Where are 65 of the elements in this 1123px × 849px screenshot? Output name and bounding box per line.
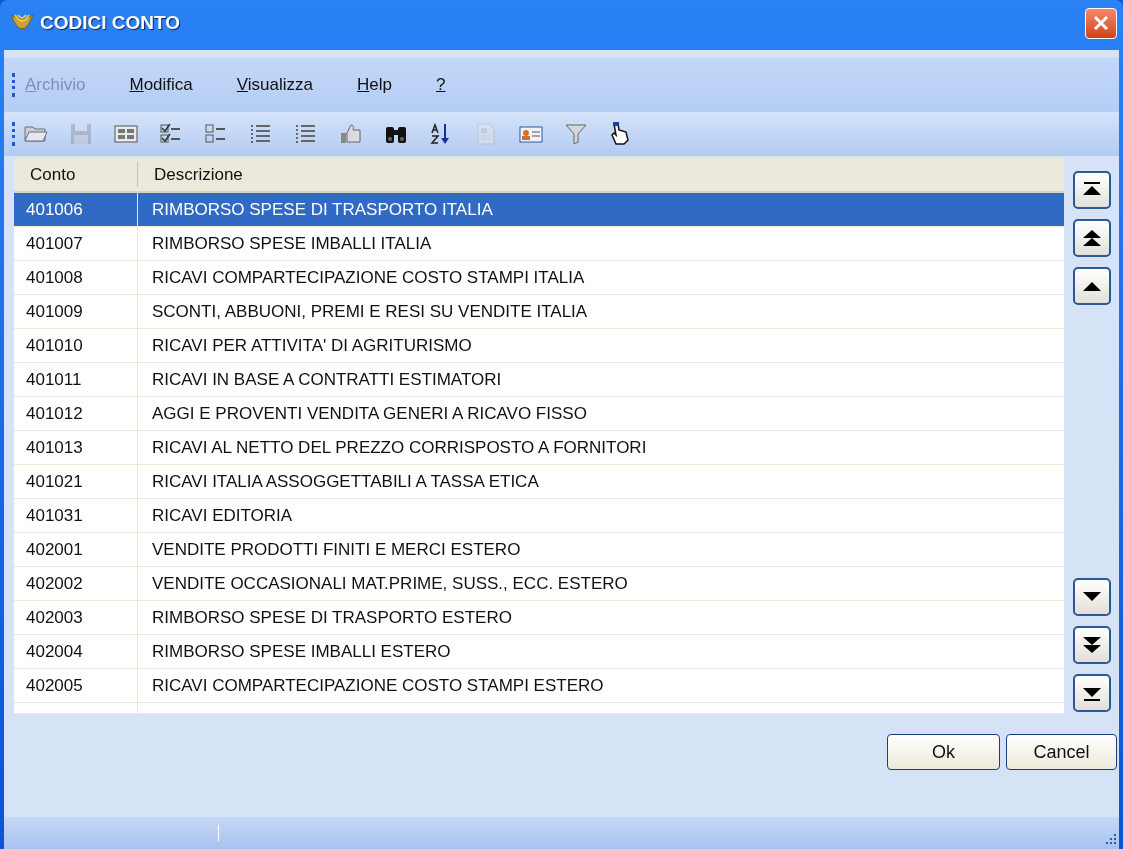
scroll-up-button[interactable] [1072,267,1111,305]
table-cell-text: RICAVI PER ATTIVITA' DI AGRITURISMO [151,334,473,357]
table-cell: 401011 [14,363,138,396]
table-cell: 401021 [14,465,138,498]
table-cell-text: RIMBORSO SPESE IMBALLI ITALIA [151,232,433,255]
table-cell-text: RICAVI EDITORIA [151,504,294,527]
table-cell-text: AGGI E PROVENTI VENDITA GENERI A RICAVO FISSO [151,402,588,425]
app-logo-icon [10,14,34,32]
table-cell: 401010 [14,329,138,362]
table-cell: 401031 [14,499,138,532]
table-cell: 402003 [14,601,138,634]
table-cell: 402001 [14,533,138,566]
table-cell-text: RICAVI COMPARTECIPAZIONE COSTO STAMPI ITALIA [151,266,586,289]
menu-item[interactable]: ? [436,72,446,98]
menu-item[interactable]: Help [357,72,392,98]
scroll-up-button[interactable] [1072,219,1111,257]
table-cell: 401008 [14,261,138,294]
table-row[interactable]: 402004 RIMBORSO SPESE IMBALLI ESTERO [14,635,1064,669]
table-cell-text: RIMBORSO SPESE DI TRASPORTO ITALIA [151,198,494,221]
table-cell-text: RIMBORSO SPESE DI TRASPORTO ESTERO [151,606,513,629]
column-header[interactable]: Descrizione [138,158,1064,191]
table-row[interactable]: 402005 RICAVI COMPARTECIPAZIONE COSTO STAMPI ESTERO [14,669,1064,703]
cancel-button[interactable]: Cancel [1006,734,1117,770]
table-cell-text: RICAVI COMPARTECIPAZIONE COSTO STAMPI ESTERO [151,674,605,697]
close-button[interactable] [1085,7,1117,39]
table-row[interactable]: 401010 RICAVI PER ATTIVITA' DI AGRITURISMO [14,329,1064,363]
window-title: CODICI CONTO [40,10,181,35]
table-row[interactable]: 401021 RICAVI ITALIA ASSOGGETTABILI A TASSA ETICA [14,465,1064,499]
table-cell: 402004 [14,635,138,668]
table-cell: 402005 [14,669,138,702]
table-row[interactable]: 402001 VENDITE PRODOTTI FINITI E MERCI ESTERO [14,533,1064,567]
table-cell-text: RICAVI IN BASE A CONTRATTI ESTIMATORI [151,368,503,391]
ok-button[interactable]: Ok [887,734,1000,770]
table-cell-text: VENDITE OCCASIONALI MAT.PRIME, SUSS., ECC. ESTERO [151,572,629,595]
column-header[interactable]: Conto [14,162,138,187]
table-row[interactable]: 401013 RICAVI AL NETTO DEL PREZZO CORRISPOSTO A FORNITORI [14,431,1064,465]
table-cell: 401009 [14,295,138,328]
table-row[interactable]: 401006 RIMBORSO SPESE DI TRASPORTO ITALIA [14,193,1064,227]
scroll-down-button[interactable] [1072,578,1111,616]
table-row[interactable]: 402003 RIMBORSO SPESE DI TRASPORTO ESTERO [14,601,1064,635]
close-icon [1093,15,1109,31]
table-cell: 401013 [14,431,138,464]
table-cell-text: VENDITE PRODOTTI FINITI E MERCI ESTERO [151,538,522,561]
table-cell: 401012 [14,397,138,430]
table-cell-text: RIMBORSO SPESE IMBALLI ESTERO [151,640,452,663]
table-row[interactable]: 401012 AGGI E PROVENTI VENDITA GENERI A RICAVO FISSO [14,397,1064,431]
table-row[interactable]: 401007 RIMBORSO SPESE IMBALLI ITALIA [14,227,1064,261]
table-row[interactable]: 401008 RICAVI COMPARTECIPAZIONE COSTO STAMPI ITALIA [14,261,1064,295]
scroll-down-button[interactable] [1072,674,1111,712]
funnel-icon[interactable] [563,121,589,147]
menu-item[interactable]: Visualizza [236,72,314,98]
table-row[interactable]: 401031 RICAVI EDITORIA [14,499,1064,533]
table-row[interactable]: 401009 SCONTI, ABBUONI, PREMI E RESI SU VENDITE ITALIA [14,295,1064,329]
table-cell-text: RICAVI ITALIA ASSOGGETTABILI A TASSA ETICA [151,470,540,493]
table-row[interactable]: 402002 VENDITE OCCASIONALI MAT.PRIME, SUSS., ECC. ESTERO [14,567,1064,601]
resize-grip-icon [1103,832,1117,846]
table-cell-text: SCONTI, ABBUONI, PREMI E RESI SU VENDITE ITALIA [151,300,589,323]
scroll-up-button[interactable] [1072,171,1111,209]
menu-item[interactable]: Modifica [129,72,193,98]
table-cell: 401007 [14,227,138,260]
table-cell: 401006 [14,193,138,226]
table-row[interactable]: 401011 RICAVI IN BASE A CONTRATTI ESTIMATORI [14,363,1064,397]
scroll-down-button[interactable] [1072,626,1111,664]
table-cell-text: RICAVI AL NETTO DEL PREZZO CORRISPOSTO A FORNITORI [151,436,648,459]
table-cell: 402002 [14,567,138,600]
